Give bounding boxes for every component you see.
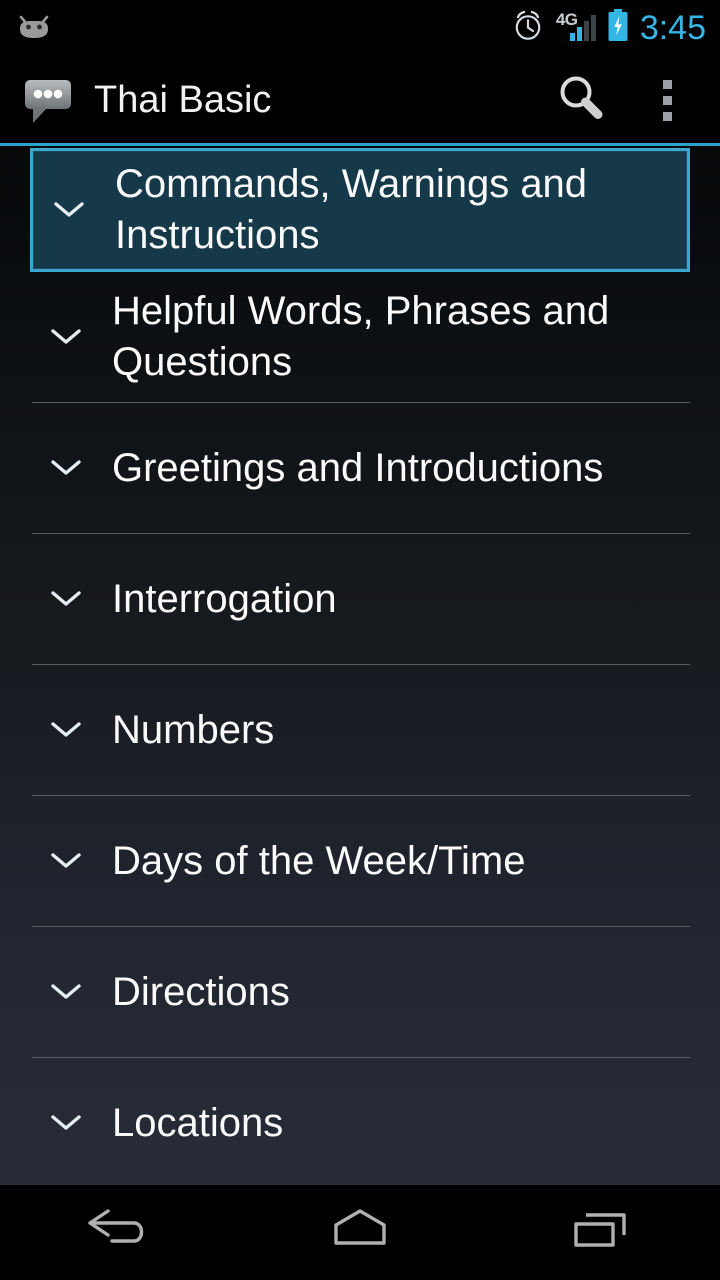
signal-bars-icon: 4G bbox=[556, 10, 596, 45]
list-item-label: Numbers bbox=[112, 707, 275, 752]
list-item-commands-warnings-instructions[interactable]: Commands, Warnings and Instructions bbox=[30, 148, 690, 272]
chevron-down-icon bbox=[46, 1112, 86, 1134]
status-bar-clock: 3:45 bbox=[639, 9, 706, 47]
list-item-label: Helpful Words, Phrases and Questions bbox=[112, 289, 610, 384]
speech-bubble-icon bbox=[22, 75, 74, 127]
chevron-down-icon bbox=[46, 850, 86, 872]
list-item-interrogation[interactable]: Interrogation bbox=[0, 534, 720, 664]
list-item-helpful-words-phrases-questions[interactable]: Helpful Words, Phrases and Questions bbox=[0, 272, 720, 402]
list-item-label: Interrogation bbox=[112, 576, 337, 621]
overflow-menu-icon bbox=[662, 80, 672, 121]
list-item-greetings-and-introductions[interactable]: Greetings and Introductions bbox=[0, 403, 720, 533]
action-bar: Thai Basic bbox=[0, 56, 720, 145]
chevron-down-icon bbox=[46, 588, 86, 610]
chevron-down-icon bbox=[49, 199, 89, 221]
page-title: Thai Basic bbox=[94, 79, 272, 121]
recent-apps-button[interactable] bbox=[480, 1185, 720, 1280]
chevron-down-icon bbox=[46, 981, 86, 1003]
overflow-dot-1 bbox=[662, 80, 672, 89]
home-icon bbox=[322, 1203, 398, 1262]
status-bar-notifications bbox=[14, 10, 511, 47]
chevron-down-icon bbox=[46, 457, 86, 479]
overflow-menu-button[interactable] bbox=[624, 56, 710, 145]
category-list[interactable]: Commands, Warnings and Instructions Help… bbox=[0, 146, 720, 1185]
status-bar-indicators: 4G 3:45 bbox=[511, 8, 706, 48]
list-item-locations[interactable]: Locations bbox=[0, 1058, 720, 1185]
chevron-down-icon bbox=[46, 719, 86, 741]
chevron-down-icon bbox=[46, 326, 86, 348]
battery-charging-icon bbox=[607, 8, 629, 48]
list-item-label: Directions bbox=[112, 969, 290, 1014]
overflow-dot-3 bbox=[662, 112, 672, 121]
signal-bar-2 bbox=[576, 27, 582, 41]
list-item-days-of-the-week-time[interactable]: Days of the Week/Time bbox=[0, 796, 720, 926]
signal-bar-1 bbox=[569, 33, 575, 41]
android-droid-icon bbox=[14, 10, 54, 47]
navigation-bar bbox=[0, 1185, 720, 1280]
search-button[interactable] bbox=[538, 56, 624, 145]
recent-apps-icon bbox=[562, 1203, 638, 1262]
signal-bar-4 bbox=[590, 15, 596, 41]
alarm-clock-icon bbox=[511, 9, 545, 48]
list-item-label: Locations bbox=[112, 1100, 284, 1145]
list-item-numbers[interactable]: Numbers bbox=[0, 665, 720, 795]
phone-screen: 4G 3:45 Thai Basic Commands, Warnings an… bbox=[0, 0, 720, 1280]
overflow-dot-2 bbox=[662, 96, 672, 105]
status-bar: 4G 3:45 bbox=[0, 0, 720, 56]
search-icon bbox=[555, 72, 607, 129]
signal-bar-group bbox=[569, 15, 596, 41]
list-item-directions[interactable]: Directions bbox=[0, 927, 720, 1057]
list-item-label: Greetings and Introductions bbox=[112, 445, 604, 490]
back-button[interactable] bbox=[0, 1185, 240, 1280]
back-arrow-icon bbox=[82, 1203, 158, 1262]
list-item-label: Days of the Week/Time bbox=[112, 838, 526, 883]
signal-bar-3 bbox=[583, 21, 589, 41]
home-button[interactable] bbox=[240, 1185, 480, 1280]
list-item-label: Commands, Warnings and Instructions bbox=[115, 162, 588, 257]
